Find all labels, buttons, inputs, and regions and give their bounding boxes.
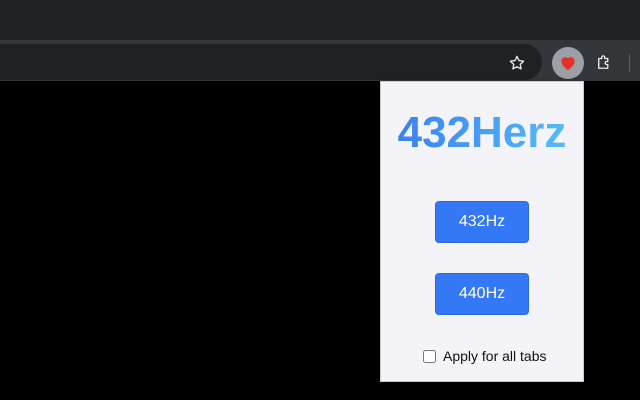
heart-icon (561, 57, 575, 71)
432hz-button[interactable]: 432Hz (435, 201, 529, 243)
star-outline-icon (509, 55, 525, 70)
apply-all-tabs-label: Apply for all tabs (443, 348, 547, 364)
extensions-menu-button[interactable] (588, 47, 620, 79)
extension-432herz-button[interactable] (552, 47, 584, 79)
440hz-button[interactable]: 440Hz (435, 273, 529, 315)
bookmark-star-button[interactable] (504, 50, 530, 76)
popup-title: 432Herz (381, 108, 583, 158)
tab-strip (0, 0, 640, 40)
apply-all-tabs-checkbox[interactable] (423, 349, 436, 363)
address-bar[interactable] (0, 44, 542, 80)
toolbar-separator (629, 54, 630, 72)
apply-all-tabs-option[interactable]: Apply for all tabs (423, 348, 547, 364)
puzzle-icon (598, 55, 609, 69)
extension-popup: 432Herz 432Hz 440Hz Apply for all tabs (380, 81, 584, 382)
